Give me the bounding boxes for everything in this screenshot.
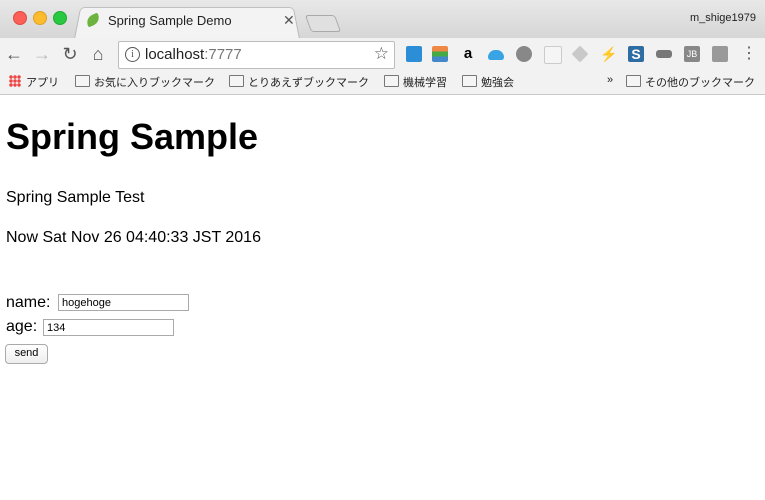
address-bar[interactable]: i localhost:7777 ☆ [118,41,395,69]
amazon-icon[interactable]: a [460,46,476,62]
bookmark-folder[interactable]: 機械学習 [384,74,447,90]
page-content: Spring Sample Spring Sample Test Now Sat… [0,96,765,500]
bookmark-folder[interactable]: とりあえずブックマーク [229,74,369,90]
send-button[interactable]: send [5,344,48,364]
url-text[interactable]: localhost:7777 [145,46,242,63]
back-icon[interactable]: ← [2,42,26,66]
title-bar: Spring Sample Demo ✕ m_shige1979 [0,0,765,39]
reload-icon[interactable]: ↻ [58,42,82,66]
tab-spring-sample-demo[interactable]: Spring Sample Demo ✕ [78,8,298,36]
cloud-icon[interactable] [488,50,504,60]
drive-icon[interactable] [571,45,589,63]
lightning-icon[interactable]: ⚡ [600,46,617,62]
extension-icon[interactable] [712,46,728,62]
folder-icon [384,75,399,87]
name-label: name: [6,294,51,311]
info-icon[interactable]: i [125,47,140,62]
bookmark-folder[interactable]: お気に入りブックマーク [75,74,215,90]
bookmark-label: その他のブックマーク [645,77,755,89]
page-subtitle: Spring Sample Test [6,189,145,206]
minimize-window-button[interactable] [33,11,47,25]
extension-icon[interactable] [406,46,422,62]
bookmarks-overflow-icon[interactable]: » [607,74,613,86]
bookmark-label: 勉強会 [481,77,514,89]
age-input[interactable]: 134 [43,319,174,336]
bookmark-apps[interactable]: アプリ [9,74,59,90]
spring-leaf-icon [84,12,102,28]
folder-icon [462,75,477,87]
page-title: Spring Sample [6,116,259,157]
close-window-button[interactable] [13,11,27,25]
name-input[interactable]: hogehoge [58,294,189,311]
forward-icon[interactable]: → [30,42,54,66]
tab-title: Spring Sample Demo [108,13,232,28]
maximize-window-button[interactable] [53,11,67,25]
extension-icon[interactable] [544,46,562,64]
extension-s-icon[interactable]: S [628,46,644,62]
bookmark-label: お気に入りブックマーク [94,77,215,89]
new-tab-button[interactable] [304,15,342,32]
url-port: :7777 [204,46,242,63]
extension-icon[interactable] [516,46,532,62]
current-time-text: Now Sat Nov 26 04:40:33 JST 2016 [6,229,261,246]
menu-icon[interactable]: ⋮ [737,42,761,66]
bookmark-label: アプリ [26,77,59,89]
extension-icon[interactable] [432,46,448,62]
browser-toolbar: ← → ↻ ⌂ i localhost:7777 ☆ a ⚡ S JB ⋮ [0,38,765,70]
folder-icon [75,75,90,87]
home-icon[interactable]: ⌂ [86,42,110,66]
bookmark-folder[interactable]: 勉強会 [462,74,514,90]
extension-icon[interactable] [656,50,672,58]
age-label: age: [6,318,38,335]
bookmark-star-icon[interactable]: ☆ [374,44,389,64]
bookmark-label: 機械学習 [403,77,447,89]
bookmark-other-folder[interactable]: その他のブックマーク [626,74,755,90]
url-host: localhost [145,46,205,63]
bookmarks-bar: アプリ お気に入りブックマーク とりあえずブックマーク 機械学習 勉強会 » そ… [0,70,765,95]
profile-name[interactable]: m_shige1979 [690,12,756,24]
folder-icon [626,75,641,87]
apps-grid-icon [9,75,21,87]
tab-close-icon[interactable]: ✕ [283,12,295,29]
jb-icon[interactable]: JB [684,46,700,62]
bookmark-label: とりあえずブックマーク [248,77,369,89]
folder-icon [229,75,244,87]
